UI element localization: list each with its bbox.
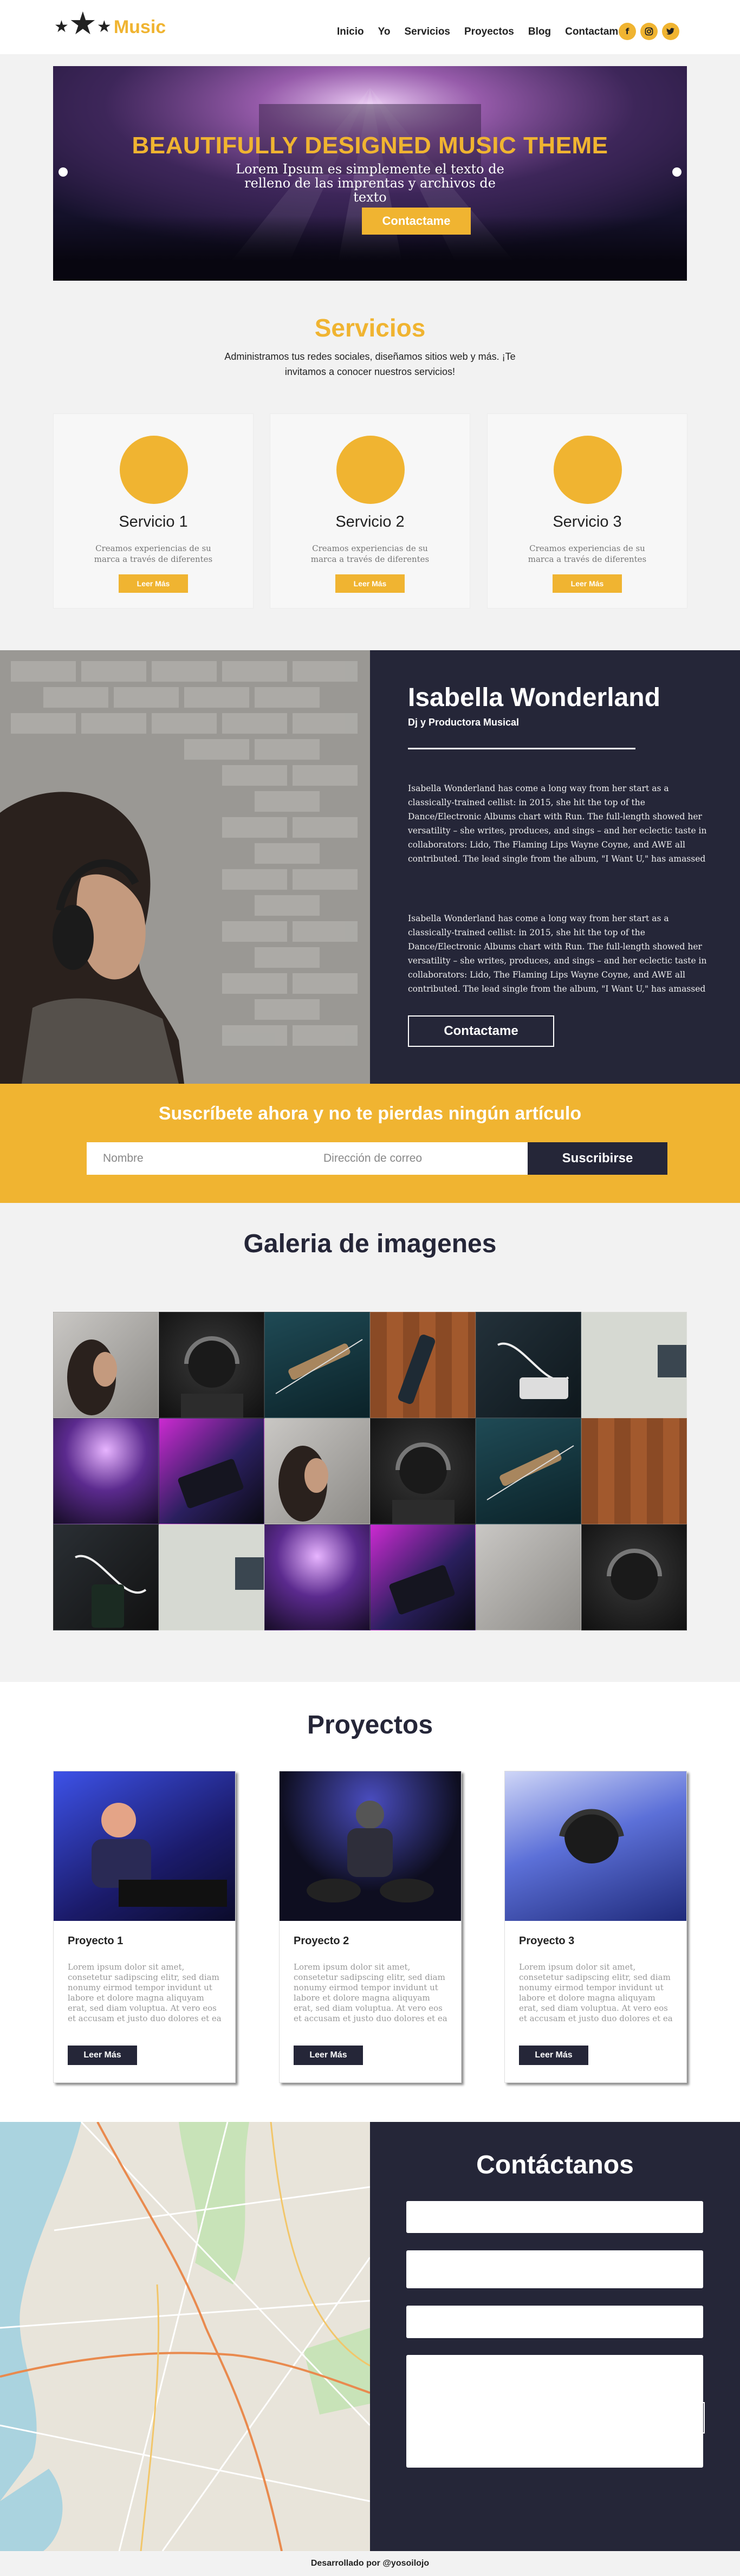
contact-subject-field[interactable] xyxy=(406,2306,703,2338)
artist-role: Dj y Productora Musical xyxy=(408,717,520,728)
project-card: Proyecto 1 Lorem ipsum dolor sit amet, c… xyxy=(53,1771,236,2083)
hero-slider: BEAUTIFULLY DESIGNED MUSIC THEME Lorem I… xyxy=(53,66,687,281)
hero-subtitle: Lorem Ipsum es simplemente el texto de r… xyxy=(236,161,504,205)
logo-text: Music xyxy=(113,16,166,37)
project-image xyxy=(280,1771,461,1921)
logo[interactable]: ★ ★ ★ Music xyxy=(54,5,166,44)
name-input[interactable]: Nombre xyxy=(87,1142,307,1175)
nav-item-inicio[interactable]: Inicio xyxy=(337,26,364,38)
contact-title: Contáctanos xyxy=(476,2151,634,2179)
service-title: Servicio 1 xyxy=(119,513,188,530)
artist-name: Isabella Wonderland xyxy=(408,683,660,712)
nav-item-blog[interactable]: Blog xyxy=(528,26,551,38)
service-text: Creamos experiencias de su marca a travé… xyxy=(310,543,430,564)
divider xyxy=(408,748,635,749)
service-read-more-button[interactable]: Leer Más xyxy=(335,574,405,593)
social-links: f xyxy=(619,23,679,40)
project-title: Proyecto 2 xyxy=(294,1935,349,1947)
subscribe-button[interactable]: Suscribirse xyxy=(528,1142,667,1175)
gallery-image[interactable] xyxy=(370,1524,476,1630)
gallery-image[interactable] xyxy=(264,1418,370,1524)
gallery-image[interactable] xyxy=(53,1418,159,1524)
project-text: Lorem ipsum dolor sit amet, consetetur s… xyxy=(519,1962,673,2023)
artist-photo xyxy=(0,650,370,1084)
subscribe-title: Suscríbete ahora y no te pierdas ningún … xyxy=(158,1103,582,1124)
service-read-more-button[interactable]: Leer Más xyxy=(553,574,622,593)
service-title: Servicio 3 xyxy=(553,513,622,530)
gallery-image[interactable] xyxy=(159,1524,264,1630)
site-header: ★ ★ ★ Music Inicio Yo Servicios Proyecto… xyxy=(0,0,740,54)
hero-title: BEAUTIFULLY DESIGNED MUSIC THEME xyxy=(132,132,608,159)
about-contact-button[interactable]: Contactame xyxy=(408,1015,554,1047)
gallery-image[interactable] xyxy=(370,1312,476,1418)
service-circle-icon xyxy=(336,436,405,504)
star-icon: ★ xyxy=(54,17,69,36)
footer-credit: Desarrollado por @yosoilojo xyxy=(0,2551,740,2576)
send-button[interactable]: Enviar xyxy=(406,2402,553,2433)
service-card: Servicio 3 Creamos experiencias de su ma… xyxy=(487,413,687,609)
nav-item-yo[interactable]: Yo xyxy=(378,26,391,38)
email-input[interactable]: Dirección de correo xyxy=(307,1142,528,1175)
project-image xyxy=(505,1771,686,1921)
about-paragraph: Isabella Wonderland has come a long way … xyxy=(408,784,707,864)
gallery-image[interactable] xyxy=(581,1524,687,1630)
hero-contact-button[interactable]: Contactame xyxy=(362,208,471,235)
projects-title: Proyectos xyxy=(307,1711,433,1739)
service-title: Servicio 2 xyxy=(335,513,405,530)
instagram-icon[interactable] xyxy=(640,23,658,40)
gallery-image[interactable] xyxy=(159,1312,264,1418)
gallery-image[interactable] xyxy=(53,1524,159,1630)
contact-email-field[interactable] xyxy=(406,2250,703,2288)
gallery-image[interactable] xyxy=(264,1312,370,1418)
facebook-icon[interactable]: f xyxy=(619,23,636,40)
project-image xyxy=(54,1771,235,1921)
nav-item-proyectos[interactable]: Proyectos xyxy=(464,26,514,38)
project-card: Proyecto 2 Lorem ipsum dolor sit amet, c… xyxy=(279,1771,462,2083)
project-title: Proyecto 1 xyxy=(68,1935,124,1947)
service-card: Servicio 1 Creamos experiencias de su ma… xyxy=(53,413,254,609)
project-read-more-button[interactable]: Leer Más xyxy=(294,2046,363,2065)
about-section: Isabella Wonderland Dj y Productora Musi… xyxy=(370,650,740,1084)
project-read-more-button[interactable]: Leer Más xyxy=(68,2046,137,2065)
project-title: Proyecto 3 xyxy=(519,1935,575,1947)
service-circle-icon xyxy=(120,436,188,504)
main-nav: Inicio Yo Servicios Proyectos Blog Conta… xyxy=(337,26,624,38)
gallery-image[interactable] xyxy=(581,1418,687,1524)
gallery-image[interactable] xyxy=(370,1418,476,1524)
gallery-image[interactable] xyxy=(476,1524,581,1630)
gallery-image[interactable] xyxy=(53,1312,159,1418)
gallery-image[interactable] xyxy=(476,1418,581,1524)
project-text: Lorem ipsum dolor sit amet, consetetur s… xyxy=(68,1962,222,2023)
slider-prev-dot[interactable] xyxy=(59,167,68,177)
services-title: Servicios xyxy=(314,314,426,342)
service-text: Creamos experiencias de su marca a travé… xyxy=(94,543,213,564)
gallery-image[interactable] xyxy=(476,1312,581,1418)
twitter-icon[interactable] xyxy=(662,23,679,40)
gallery-title: Galeria de imagenes xyxy=(243,1229,497,1258)
gallery-image[interactable] xyxy=(581,1312,687,1418)
nav-item-contactame[interactable]: Contactame xyxy=(565,26,624,38)
services-description: Administramos tus redes sociales, diseña… xyxy=(224,351,516,377)
cancel-button[interactable]: Cancelar xyxy=(559,2402,705,2433)
star-icon: ★ xyxy=(96,17,112,36)
image-gallery xyxy=(53,1312,687,1630)
gallery-image[interactable] xyxy=(159,1418,264,1524)
location-map[interactable] xyxy=(0,2122,370,2551)
star-icon: ★ xyxy=(68,5,97,42)
about-paragraph: Isabella Wonderland has come a long way … xyxy=(408,914,707,994)
service-circle-icon xyxy=(554,436,622,504)
project-text: Lorem ipsum dolor sit amet, consetetur s… xyxy=(294,1962,447,2023)
service-read-more-button[interactable]: Leer Más xyxy=(119,574,188,593)
subscribe-section: Suscríbete ahora y no te pierdas ningún … xyxy=(0,1084,740,1203)
gallery-image[interactable] xyxy=(264,1524,370,1630)
nav-item-servicios[interactable]: Servicios xyxy=(405,26,451,38)
service-card: Servicio 2 Creamos experiencias de su ma… xyxy=(270,413,470,609)
contact-name-field[interactable] xyxy=(406,2201,703,2233)
project-read-more-button[interactable]: Leer Más xyxy=(519,2046,588,2065)
project-card: Proyecto 3 Lorem ipsum dolor sit amet, c… xyxy=(504,1771,687,2083)
contact-section: Contáctanos xyxy=(370,2122,740,2551)
slider-next-dot[interactable] xyxy=(672,167,681,177)
service-text: Creamos experiencias de su marca a travé… xyxy=(528,543,647,564)
